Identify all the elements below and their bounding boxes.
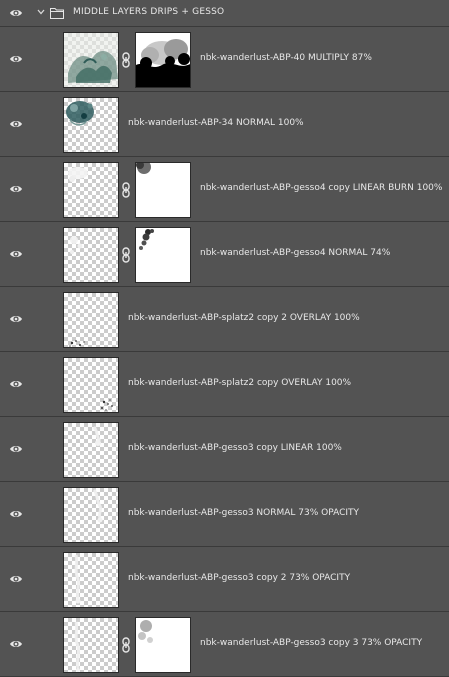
- layer-thumbnail: [63, 487, 119, 543]
- link-icon[interactable]: [121, 182, 131, 198]
- layer-thumbnail: [63, 292, 119, 348]
- visibility-eye-icon[interactable]: [9, 377, 23, 391]
- layer-thumbnail: [63, 357, 119, 413]
- layer-row[interactable]: nbk-wanderlust-ABP-splatz2 copy 2 OVERLA…: [0, 287, 449, 352]
- layer-thumbnail: [63, 422, 119, 478]
- layer-name[interactable]: nbk-wanderlust-ABP-34 NORMAL 100%: [128, 118, 304, 128]
- visibility-eye-icon[interactable]: [9, 117, 23, 131]
- chevron-down-icon[interactable]: [36, 7, 46, 17]
- layer-thumbnail: [63, 617, 119, 673]
- visibility-eye-icon[interactable]: [9, 572, 23, 586]
- visibility-eye-icon[interactable]: [9, 507, 23, 521]
- layer-row[interactable]: nbk-wanderlust-ABP-gesso3 copy 3 73% OPA…: [0, 612, 449, 677]
- layers-panel: MIDDLE LAYERS DRIPS + GESSO nbk-wanderlu…: [0, 0, 449, 677]
- layer-thumbnail: [63, 227, 119, 283]
- layer-thumbnail: [63, 97, 119, 153]
- layer-name[interactable]: nbk-wanderlust-ABP-gesso3 copy LINEAR 10…: [128, 443, 342, 453]
- layer-row[interactable]: nbk-wanderlust-ABP-40 MULTIPLY 87%: [0, 27, 449, 92]
- visibility-eye-icon[interactable]: [9, 637, 23, 651]
- layer-thumbnail: [63, 162, 119, 218]
- link-icon[interactable]: [121, 637, 131, 653]
- layer-row[interactable]: nbk-wanderlust-ABP-gesso3 NORMAL 73% OPA…: [0, 482, 449, 547]
- layer-mask-thumbnail[interactable]: [135, 162, 191, 218]
- layer-row[interactable]: nbk-wanderlust-ABP-gesso4 NORMAL 74%: [0, 222, 449, 287]
- layer-thumbnail: [63, 32, 119, 88]
- visibility-eye-icon[interactable]: [9, 6, 23, 20]
- visibility-eye-icon[interactable]: [9, 442, 23, 456]
- layer-name[interactable]: nbk-wanderlust-ABP-40 MULTIPLY 87%: [200, 53, 372, 63]
- layer-mask-thumbnail[interactable]: [135, 227, 191, 283]
- layer-group-row[interactable]: MIDDLE LAYERS DRIPS + GESSO: [0, 0, 449, 27]
- layer-mask-thumbnail[interactable]: [135, 32, 191, 88]
- layer-name[interactable]: nbk-wanderlust-ABP-splatz2 copy OVERLAY …: [128, 378, 351, 388]
- folder-icon: [50, 8, 64, 19]
- layer-mask-thumbnail[interactable]: [135, 617, 191, 673]
- layer-name[interactable]: nbk-wanderlust-ABP-gesso4 copy LINEAR BU…: [200, 183, 442, 193]
- layer-thumbnail: [63, 552, 119, 608]
- layer-name[interactable]: nbk-wanderlust-ABP-gesso4 NORMAL 74%: [200, 248, 390, 258]
- layer-row[interactable]: nbk-wanderlust-ABP-gesso3 copy LINEAR 10…: [0, 417, 449, 482]
- layer-name[interactable]: nbk-wanderlust-ABP-gesso3 NORMAL 73% OPA…: [128, 508, 359, 518]
- layer-name[interactable]: nbk-wanderlust-ABP-splatz2 copy 2 OVERLA…: [128, 313, 360, 323]
- visibility-eye-icon[interactable]: [9, 182, 23, 196]
- layer-row[interactable]: nbk-wanderlust-ABP-splatz2 copy OVERLAY …: [0, 352, 449, 417]
- layer-row[interactable]: nbk-wanderlust-ABP-gesso4 copy LINEAR BU…: [0, 157, 449, 222]
- layer-name[interactable]: nbk-wanderlust-ABP-gesso3 copy 2 73% OPA…: [128, 573, 350, 583]
- group-name: MIDDLE LAYERS DRIPS + GESSO: [73, 7, 225, 17]
- visibility-eye-icon[interactable]: [9, 312, 23, 326]
- layer-name[interactable]: nbk-wanderlust-ABP-gesso3 copy 3 73% OPA…: [200, 638, 422, 648]
- link-icon[interactable]: [121, 247, 131, 263]
- layer-row[interactable]: nbk-wanderlust-ABP-34 NORMAL 100%: [0, 92, 449, 157]
- visibility-eye-icon[interactable]: [9, 52, 23, 66]
- layer-row[interactable]: nbk-wanderlust-ABP-gesso3 copy 2 73% OPA…: [0, 547, 449, 612]
- visibility-eye-icon[interactable]: [9, 247, 23, 261]
- link-icon[interactable]: [121, 52, 131, 68]
